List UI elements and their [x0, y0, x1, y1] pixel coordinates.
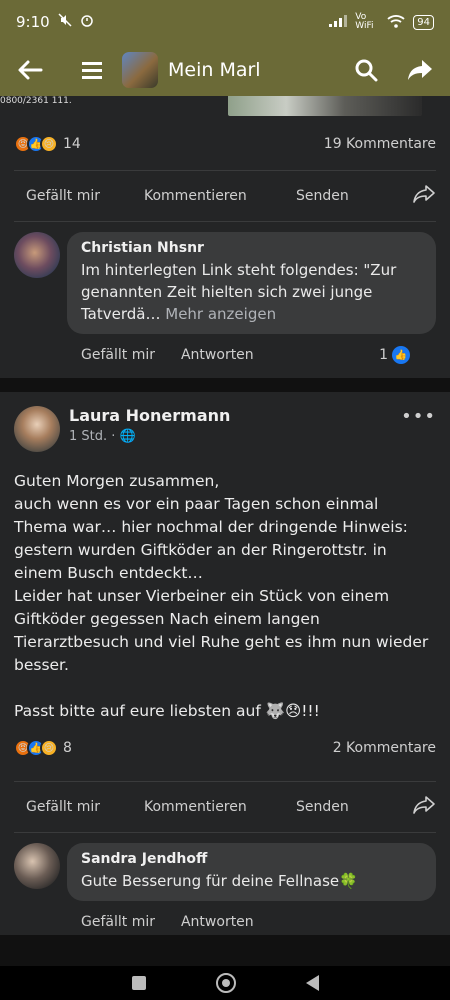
comment-bubble[interactable]: Christian Nhsnr Im hinterlegten Link ste…	[67, 232, 436, 334]
comment: Christian Nhsnr Im hinterlegten Link ste…	[0, 222, 450, 368]
back-arrow-icon[interactable]	[14, 54, 46, 86]
comment-count[interactable]: 19 Kommentare	[324, 136, 436, 152]
like-button[interactable]: Gefällt mir	[14, 799, 144, 815]
comment-button[interactable]: Kommentieren	[144, 188, 296, 204]
reaction-count: 8	[63, 740, 72, 756]
post-1: 0800/2361 111. 😡 👍 😢 14 19 Kommentare Ge…	[0, 96, 450, 378]
signal-icon	[329, 14, 348, 30]
comment-meta: Gefällt mir Antworten	[67, 901, 436, 935]
see-more-link[interactable]: Mehr anzeigen	[165, 305, 276, 323]
globe-icon: 🌐	[119, 429, 136, 444]
nav-back-icon[interactable]	[305, 975, 319, 991]
share-post-icon[interactable]	[412, 184, 436, 208]
wifi-icon	[387, 14, 405, 31]
sad-reaction-icon: 😢	[40, 739, 58, 757]
comment-author[interactable]: Sandra Jendhoff	[81, 851, 422, 867]
avatar[interactable]	[14, 232, 60, 278]
post-time: 1 Std. · 🌐	[69, 429, 230, 444]
comment-reply-button[interactable]: Antworten	[181, 914, 254, 930]
recent-apps-icon[interactable]	[131, 976, 146, 990]
comment-text: Gute Besserung für deine Fellnase🍀	[81, 872, 358, 890]
comment-like-button[interactable]: Gefällt mir	[81, 347, 155, 363]
post-time-text: 1 Std. ·	[69, 429, 116, 444]
post-header: Laura Honermann 1 Std. · 🌐 •••	[0, 392, 450, 458]
post-2-stats: 😡 👍 😢 8 2 Kommentare	[0, 723, 450, 773]
post-1-top: 0800/2361 111.	[0, 96, 450, 118]
comment-likes[interactable]: 1 👍	[379, 346, 436, 364]
more-options-icon[interactable]: •••	[401, 406, 436, 427]
group-avatar[interactable]	[122, 52, 158, 88]
post-text: Guten Morgen zusammen, auch wenn es vor …	[14, 472, 429, 720]
reactions-summary[interactable]: 😡 👍 😢 14	[14, 135, 81, 153]
like-icon: 👍	[392, 346, 410, 364]
battery-indicator: 94	[413, 14, 434, 30]
comment-like-button[interactable]: Gefällt mir	[81, 914, 155, 930]
comment-text: Im hinterlegten Link steht folgendes: "Z…	[81, 259, 422, 325]
avatar[interactable]	[14, 843, 60, 889]
comment-author[interactable]: Christian Nhsnr	[81, 240, 422, 256]
reactions-summary[interactable]: 😡 👍 😢 8	[14, 739, 72, 757]
system-nav-bar	[0, 966, 450, 1000]
share-icon[interactable]	[404, 54, 436, 86]
like-button[interactable]: Gefällt mir	[14, 188, 144, 204]
comment-like-count: 1	[379, 347, 388, 363]
post-2-actions: Gefällt mir Kommentieren Senden	[0, 782, 450, 832]
group-title[interactable]: Mein Marl	[168, 59, 261, 81]
share-post-icon[interactable]	[412, 795, 436, 819]
comment-meta: Gefällt mir Antworten 1 👍	[67, 334, 436, 368]
avatar[interactable]	[14, 406, 60, 452]
mute-icon	[58, 13, 72, 31]
comment-bubble[interactable]: Sandra Jendhoff Gute Besserung für deine…	[67, 843, 436, 901]
reaction-count: 14	[63, 136, 81, 152]
post-1-stats: 😡 👍 😢 14 19 Kommentare	[0, 118, 450, 170]
post-snippet: 0800/2361 111.	[0, 96, 72, 106]
sad-reaction-icon: 😢	[40, 135, 58, 153]
home-icon[interactable]	[215, 973, 236, 993]
status-time: 9:10	[16, 13, 50, 31]
comment: Sandra Jendhoff Gute Besserung für deine…	[0, 833, 450, 935]
post-author[interactable]: Laura Honermann	[69, 406, 230, 425]
feed: 0800/2361 111. 😡 👍 😢 14 19 Kommentare Ge…	[0, 96, 450, 966]
send-button[interactable]: Senden	[296, 188, 400, 204]
status-bar: 9:10 Vo WiFi 94	[0, 0, 450, 44]
comment-reply-button[interactable]: Antworten	[181, 347, 254, 363]
search-icon[interactable]	[350, 54, 382, 86]
post-1-actions: Gefällt mir Kommentieren Senden	[0, 171, 450, 221]
app-bar: Mein Marl	[0, 44, 450, 96]
comment-button[interactable]: Kommentieren	[144, 799, 296, 815]
send-button[interactable]: Senden	[296, 799, 400, 815]
alarm-icon	[80, 13, 94, 31]
network-label: Vo WiFi	[355, 12, 374, 31]
post-photo[interactable]	[228, 96, 422, 116]
hamburger-menu-icon[interactable]	[76, 54, 108, 86]
comment-count[interactable]: 2 Kommentare	[333, 740, 436, 756]
post-separator	[0, 378, 450, 392]
post-2: Laura Honermann 1 Std. · 🌐 ••• Guten Mor…	[0, 392, 450, 935]
